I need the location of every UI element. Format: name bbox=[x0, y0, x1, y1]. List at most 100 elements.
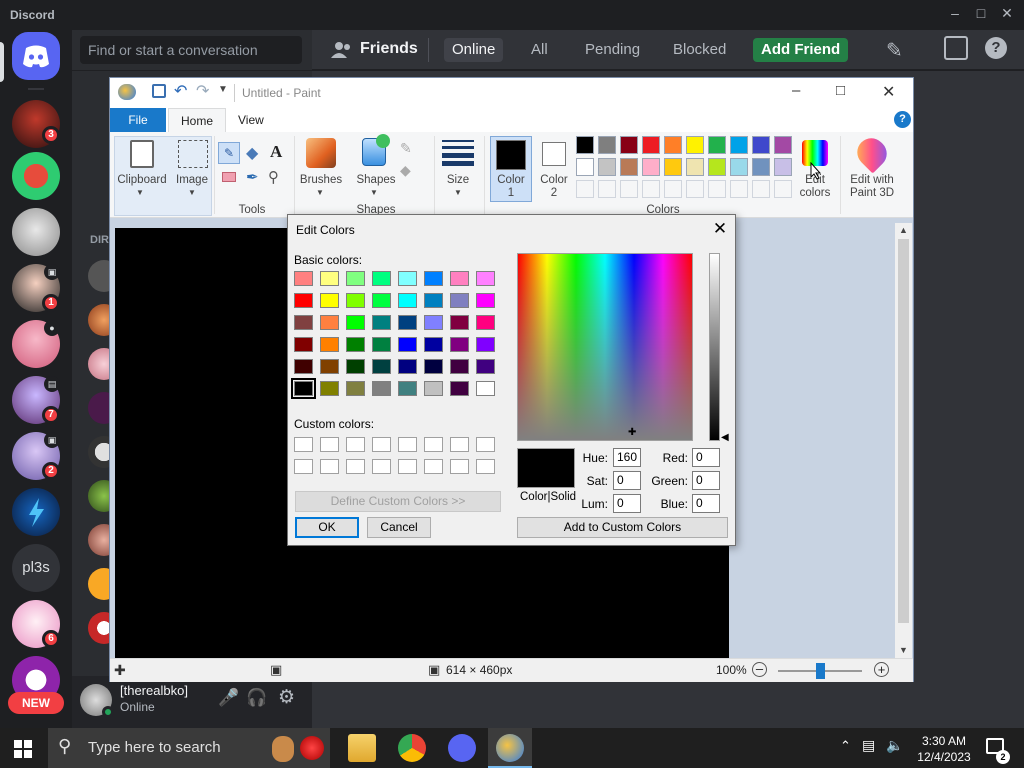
server-icon[interactable] bbox=[12, 208, 60, 256]
taskbar-search-box[interactable]: ⚲ Type here to search bbox=[48, 728, 330, 768]
palette-swatch[interactable] bbox=[752, 158, 770, 176]
basic-color-swatch[interactable] bbox=[372, 271, 391, 286]
pencil-icon[interactable]: ✎ bbox=[218, 142, 240, 164]
tab-blocked[interactable]: Blocked bbox=[665, 38, 734, 62]
custom-color-swatch[interactable] bbox=[476, 459, 495, 474]
basic-color-swatch[interactable] bbox=[476, 337, 495, 352]
zoom-out-button[interactable]: – bbox=[752, 662, 767, 677]
basic-color-swatch[interactable] bbox=[424, 293, 443, 308]
custom-color-swatch[interactable] bbox=[424, 437, 443, 452]
clock-time[interactable]: 3:30 AM bbox=[916, 734, 972, 748]
help-icon[interactable]: ? bbox=[894, 111, 911, 128]
custom-color-swatch[interactable] bbox=[320, 437, 339, 452]
color-spectrum[interactable] bbox=[517, 253, 693, 441]
basic-color-swatch[interactable] bbox=[372, 315, 391, 330]
basic-color-swatch[interactable] bbox=[372, 359, 391, 374]
basic-color-swatch[interactable] bbox=[424, 271, 443, 286]
paint-maximize-icon[interactable]: □ bbox=[836, 82, 845, 99]
taskbar-search-input[interactable]: Type here to search bbox=[88, 739, 221, 756]
basic-color-swatch[interactable] bbox=[294, 315, 313, 330]
custom-color-swatch[interactable] bbox=[424, 459, 443, 474]
brushes-button[interactable]: Brushes bbox=[296, 174, 346, 186]
palette-empty-swatch[interactable] bbox=[730, 180, 748, 198]
save-icon[interactable] bbox=[152, 84, 166, 98]
tab-home[interactable]: Home bbox=[168, 108, 227, 132]
basic-color-swatch[interactable] bbox=[450, 381, 469, 396]
network-icon[interactable]: ▤ bbox=[862, 737, 875, 754]
undo-icon[interactable]: ↶ bbox=[174, 81, 187, 101]
palette-swatch[interactable] bbox=[642, 158, 660, 176]
basic-color-swatch[interactable] bbox=[372, 381, 391, 396]
basic-color-swatch[interactable] bbox=[424, 337, 443, 352]
tab-online[interactable]: Online bbox=[444, 38, 504, 62]
basic-color-swatch[interactable] bbox=[320, 293, 339, 308]
chrome-icon[interactable] bbox=[398, 734, 426, 762]
help-icon[interactable]: ? bbox=[985, 37, 1007, 59]
custom-color-swatch[interactable] bbox=[398, 437, 417, 452]
redo-icon[interactable]: ↷ bbox=[196, 81, 209, 101]
palette-swatch[interactable] bbox=[576, 158, 594, 176]
palette-swatch[interactable] bbox=[664, 158, 682, 176]
discord-taskbar-icon[interactable] bbox=[448, 734, 476, 762]
custom-color-swatch[interactable] bbox=[450, 437, 469, 452]
tab-view[interactable]: View bbox=[226, 108, 276, 132]
basic-color-swatch[interactable] bbox=[320, 315, 339, 330]
basic-color-swatch[interactable] bbox=[320, 271, 339, 286]
new-badge[interactable]: NEW bbox=[8, 692, 64, 714]
palette-swatch[interactable] bbox=[774, 136, 792, 154]
palette-swatch[interactable] bbox=[708, 158, 726, 176]
shapes-button[interactable]: Shapes bbox=[354, 174, 398, 186]
vertical-scrollbar[interactable]: ▲ ▼ bbox=[895, 223, 912, 659]
basic-color-swatch[interactable] bbox=[450, 359, 469, 374]
basic-color-swatch[interactable] bbox=[476, 381, 495, 396]
basic-color-swatch[interactable] bbox=[291, 378, 316, 399]
lum-field[interactable]: 0 bbox=[613, 494, 641, 513]
custom-color-swatch[interactable] bbox=[372, 437, 391, 452]
tab-file[interactable]: File bbox=[110, 108, 166, 132]
size-button[interactable]: Size bbox=[438, 174, 478, 186]
palette-swatch[interactable] bbox=[686, 158, 704, 176]
basic-color-swatch[interactable] bbox=[424, 315, 443, 330]
red-field[interactable]: 0 bbox=[692, 448, 720, 467]
palette-swatch[interactable] bbox=[730, 136, 748, 154]
basic-color-swatch[interactable] bbox=[476, 359, 495, 374]
basic-color-swatch[interactable] bbox=[398, 359, 417, 374]
sat-field[interactable]: 0 bbox=[613, 471, 641, 490]
palette-swatch[interactable] bbox=[708, 136, 726, 154]
outline-icon[interactable]: ✎ bbox=[400, 140, 412, 157]
palette-swatch[interactable] bbox=[620, 158, 638, 176]
basic-color-swatch[interactable] bbox=[450, 271, 469, 286]
custom-color-swatch[interactable] bbox=[476, 437, 495, 452]
minimize-icon[interactable]: – bbox=[944, 5, 966, 25]
basic-color-swatch[interactable] bbox=[346, 271, 365, 286]
fill-icon[interactable]: ◆ bbox=[246, 143, 258, 163]
paint-taskbar-active[interactable] bbox=[488, 728, 532, 768]
luminance-arrow-icon[interactable]: ◀ bbox=[721, 432, 729, 443]
custom-color-swatch[interactable] bbox=[450, 459, 469, 474]
custom-color-swatch[interactable] bbox=[372, 459, 391, 474]
palette-swatch[interactable] bbox=[686, 136, 704, 154]
basic-color-swatch[interactable] bbox=[294, 359, 313, 374]
tab-all[interactable]: All bbox=[523, 38, 556, 62]
clock-date[interactable]: 12/4/2023 bbox=[916, 750, 972, 764]
basic-color-swatch[interactable] bbox=[346, 359, 365, 374]
palette-swatch[interactable] bbox=[576, 136, 594, 154]
palette-empty-swatch[interactable] bbox=[642, 180, 660, 198]
scroll-up-icon[interactable]: ▲ bbox=[899, 225, 908, 235]
basic-color-swatch[interactable] bbox=[346, 315, 365, 330]
basic-color-swatch[interactable] bbox=[346, 293, 365, 308]
volume-muted-icon[interactable]: 🔈 bbox=[886, 737, 903, 754]
ok-button[interactable]: OK bbox=[295, 517, 359, 538]
dm-search-input[interactable]: Find or start a conversation bbox=[80, 36, 302, 64]
basic-color-swatch[interactable] bbox=[476, 315, 495, 330]
color-picker-icon[interactable]: ✒ bbox=[246, 168, 259, 186]
color2-swatch[interactable] bbox=[542, 142, 566, 166]
custom-color-swatch[interactable] bbox=[294, 437, 313, 452]
close-icon[interactable]: ✕ bbox=[708, 219, 732, 241]
edit-with-paint3d-button[interactable]: Edit with bbox=[844, 174, 900, 186]
text-icon[interactable]: A bbox=[270, 142, 282, 162]
custom-color-swatch[interactable] bbox=[346, 437, 365, 452]
cancel-button[interactable]: Cancel bbox=[367, 517, 431, 538]
palette-empty-swatch[interactable] bbox=[664, 180, 682, 198]
palette-empty-swatch[interactable] bbox=[598, 180, 616, 198]
